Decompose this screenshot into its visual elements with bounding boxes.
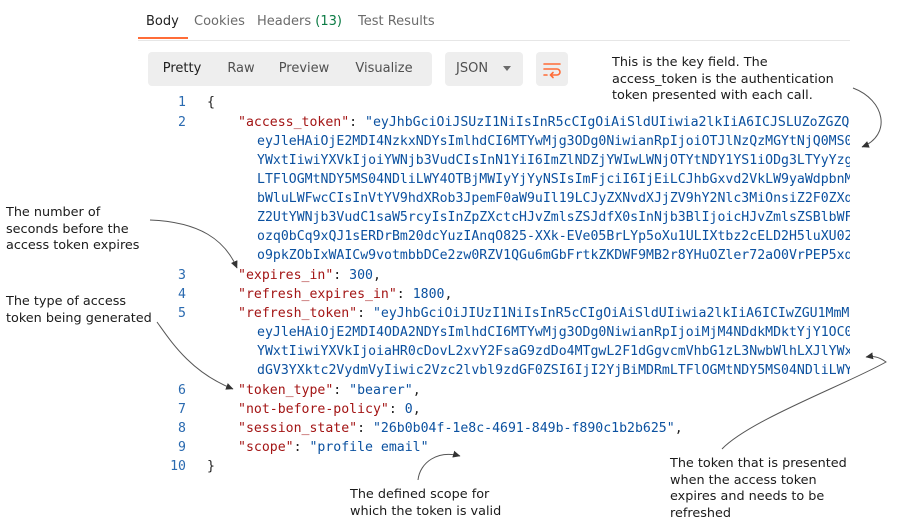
annotation-arrows: [149, 87, 887, 481]
arrow-refresh: [721, 352, 887, 450]
arrow-scope: [417, 450, 461, 481]
arrow-expires: [149, 219, 238, 269]
arrow-token-type: [156, 321, 234, 390]
arrow-key-field: [852, 87, 882, 148]
